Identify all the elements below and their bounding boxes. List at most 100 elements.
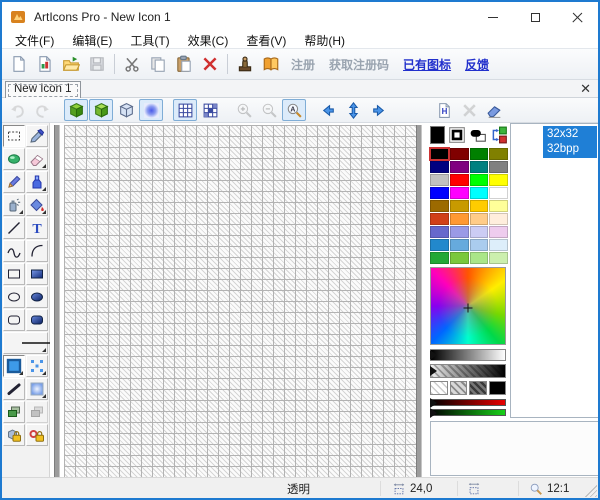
palette-swatch[interactable]	[489, 148, 508, 160]
grid-style-button[interactable]	[198, 99, 222, 121]
rounded-rectangle-tool[interactable]	[3, 309, 25, 331]
feedback-link[interactable]: 反馈	[465, 56, 489, 73]
delete-button[interactable]	[197, 51, 223, 77]
palette-swatch[interactable]	[489, 213, 508, 225]
palette-swatch[interactable]	[489, 200, 508, 212]
close-button[interactable]	[556, 2, 598, 32]
fill-tool[interactable]	[26, 194, 48, 216]
lock-colors-tool[interactable]	[26, 424, 48, 446]
menu-item-5[interactable]: 查看(V)	[237, 32, 295, 49]
foreground-background-button[interactable]	[469, 126, 487, 144]
palette-swatch[interactable]	[449, 174, 469, 186]
swap-colors-button[interactable]	[490, 126, 508, 144]
palette-swatch[interactable]	[469, 148, 489, 160]
alpha-preset-h-light[interactable]	[430, 381, 448, 395]
alpha-preset-h-gray[interactable]	[449, 381, 467, 395]
maximize-button[interactable]	[514, 2, 556, 32]
format-item-selected[interactable]: 32x32 32bpp	[543, 126, 597, 158]
palette-swatch[interactable]	[449, 239, 469, 251]
palette-swatch[interactable]	[489, 161, 508, 173]
smooth-view-button[interactable]	[139, 99, 163, 121]
draw-normal-mode-button[interactable]	[64, 99, 88, 121]
select-tool[interactable]	[3, 125, 25, 147]
foreground-color-swatch[interactable]	[430, 126, 445, 144]
zoom-actual-button[interactable]: A	[282, 99, 306, 121]
curve-tool[interactable]	[3, 240, 25, 262]
smooth-line-tool[interactable]	[3, 378, 25, 400]
palette-swatch[interactable]	[449, 187, 469, 199]
brightness-slider[interactable]	[430, 349, 506, 361]
green-channel-slider[interactable]	[430, 409, 506, 416]
pen-tool[interactable]	[26, 171, 48, 193]
view-3d-button[interactable]	[114, 99, 138, 121]
border-fill-mode-button[interactable]	[448, 126, 466, 144]
text-tool[interactable]: T	[26, 217, 48, 239]
palette-swatch[interactable]	[449, 252, 469, 264]
copy-area-tool[interactable]	[3, 401, 25, 423]
eraser-tool[interactable]	[26, 148, 48, 170]
draw-filled-mode-button[interactable]	[89, 99, 113, 121]
minimize-button[interactable]	[472, 2, 514, 32]
palette-swatch[interactable]	[449, 226, 469, 238]
cut-button[interactable]	[119, 51, 145, 77]
palette-swatch[interactable]	[430, 252, 449, 264]
alpha-preset-h-black[interactable]	[488, 381, 506, 395]
active-color-mode-tool[interactable]	[3, 355, 25, 377]
palette-swatch[interactable]	[430, 161, 449, 173]
menu-item-3[interactable]: 工具(T)	[121, 32, 178, 49]
paste-button[interactable]	[171, 51, 197, 77]
menu-item-2[interactable]: 编辑(E)	[63, 32, 121, 49]
arc-tool[interactable]	[26, 240, 48, 262]
filled-rounded-rectangle-tool[interactable]	[26, 309, 48, 331]
palette-swatch[interactable]	[430, 213, 449, 225]
tab-close-button[interactable]: ✕	[580, 81, 591, 97]
ellipse-tool[interactable]	[3, 286, 25, 308]
new-from-image-button[interactable]	[32, 51, 58, 77]
color-picker-tool[interactable]	[26, 125, 48, 147]
spray-tool[interactable]	[3, 194, 25, 216]
new-icon-button[interactable]	[6, 51, 32, 77]
menu-item-1[interactable]: 文件(F)	[6, 32, 63, 49]
palette-swatch[interactable]	[430, 239, 449, 251]
open-button[interactable]	[58, 51, 84, 77]
palette-swatch[interactable]	[449, 161, 469, 173]
menu-item-6[interactable]: 帮助(H)	[295, 32, 354, 49]
palette-swatch[interactable]	[430, 226, 449, 238]
palette-swatch[interactable]	[469, 213, 489, 225]
rectangle-tool[interactable]	[3, 263, 25, 285]
palette-swatch[interactable]	[449, 213, 469, 225]
palette-swatch[interactable]	[449, 200, 469, 212]
palette-swatch[interactable]	[430, 200, 449, 212]
line-width-tool[interactable]	[3, 332, 54, 354]
palette-swatch[interactable]	[489, 239, 508, 251]
palette-swatch[interactable]	[469, 226, 489, 238]
palette-swatch[interactable]	[469, 174, 489, 186]
pixel-grid-canvas[interactable]	[64, 125, 416, 479]
filled-ellipse-tool[interactable]	[26, 286, 48, 308]
register-tool-button[interactable]	[232, 51, 258, 77]
gradient-tool[interactable]	[26, 378, 48, 400]
palette-swatch[interactable]	[430, 174, 449, 186]
palette-swatch[interactable]	[489, 252, 508, 264]
resize-grip[interactable]	[585, 485, 597, 497]
hue-picker[interactable]	[430, 267, 506, 345]
document-tab[interactable]: New Icon 1	[5, 81, 81, 98]
pencil-tool[interactable]	[3, 171, 25, 193]
palette-swatch[interactable]	[489, 226, 508, 238]
copy-button[interactable]	[145, 51, 171, 77]
palette-swatch[interactable]	[469, 252, 489, 264]
palette-swatch[interactable]	[469, 161, 489, 173]
palette-swatch[interactable]	[469, 239, 489, 251]
help-book-button[interactable]	[258, 51, 284, 77]
shift-right-button[interactable]	[366, 99, 390, 121]
palette-swatch[interactable]	[429, 147, 450, 161]
palette-swatch[interactable]	[469, 200, 489, 212]
shift-vertical-button[interactable]	[341, 99, 365, 121]
menu-item-4[interactable]: 效果(C)	[179, 32, 238, 49]
new-image-format-button[interactable]: H	[432, 99, 456, 121]
test-icon-button[interactable]	[482, 99, 506, 121]
palette-swatch[interactable]	[489, 174, 508, 186]
palette-swatch[interactable]	[430, 187, 449, 199]
alpha-slider[interactable]	[430, 364, 506, 378]
line-tool[interactable]	[3, 217, 25, 239]
